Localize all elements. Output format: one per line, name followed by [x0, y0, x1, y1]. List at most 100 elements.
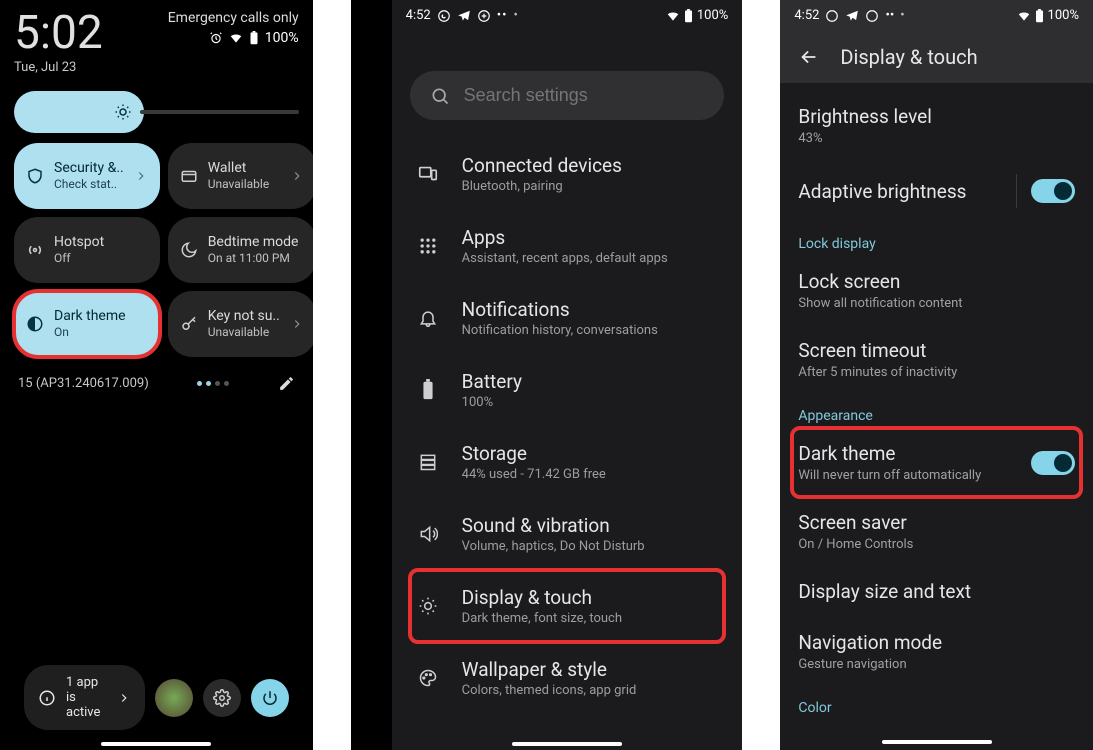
settings-row-sound[interactable]: Sound & vibration Volume, haptics, Do No…	[410, 498, 725, 570]
sync-icon	[477, 9, 491, 23]
build-number: 15 (AP31.240617.009)	[18, 376, 149, 391]
battery-icon	[249, 31, 259, 45]
settings-row-title: Wallpaper & style	[462, 658, 637, 681]
settings-row-apps[interactable]: Apps Assistant, recent apps, default app…	[410, 210, 725, 282]
settings-row-sub: Notification history, conversations	[462, 323, 658, 338]
brightness-icon	[114, 103, 132, 121]
darktheme-icon	[26, 315, 44, 333]
battery-icon	[414, 379, 442, 401]
page-indicator	[197, 381, 229, 386]
toggle-adaptive[interactable]	[1031, 179, 1075, 203]
row-dark-theme[interactable]: Dark theme Will never turn off automatic…	[792, 428, 1081, 497]
settings-row-sub: Volume, haptics, Do Not Disturb	[462, 539, 645, 554]
settings-row-battery[interactable]: Battery 100%	[410, 354, 725, 426]
clock-time: 5:02	[14, 10, 103, 56]
qs-tile-wallet[interactable]: Wallet Unavailable	[168, 143, 313, 209]
qs-tile-sub: Unavailable	[208, 325, 280, 339]
qs-tile-hotspot[interactable]: Hotspot Off	[14, 217, 160, 283]
whatsapp-icon	[437, 9, 451, 23]
row-adaptive-brightness[interactable]: Adaptive brightness	[798, 160, 1075, 222]
settings-button[interactable]	[203, 679, 241, 717]
palette-icon	[414, 668, 442, 688]
chevron-right-icon	[290, 169, 304, 183]
settings-row-wallpaper[interactable]: Wallpaper & style Colors, themed icons, …	[410, 642, 725, 714]
nav-handle[interactable]	[882, 740, 992, 744]
edit-icon[interactable]	[278, 375, 295, 392]
sound-icon	[414, 524, 442, 544]
search-bar[interactable]	[410, 71, 725, 120]
qs-tile-title: Bedtime mode	[208, 234, 304, 251]
settings-row-sub: Colors, themed icons, app grid	[462, 683, 637, 698]
toggle-dark-theme[interactable]	[1031, 451, 1075, 475]
bell-icon	[414, 308, 442, 328]
more-icon: ••	[497, 8, 508, 23]
apps-active-chip[interactable]: 1 app is active	[24, 665, 145, 730]
row-lock-screen[interactable]: Lock screen Show all notification conten…	[798, 256, 1075, 325]
row-brightness[interactable]: Brightness level 43%	[798, 91, 1075, 160]
settings-row-storage[interactable]: Storage 44% used - 71.42 GB free	[410, 426, 725, 498]
whatsapp-icon	[825, 9, 839, 23]
bedtime-icon	[180, 241, 198, 259]
qs-tile-keynot[interactable]: Key not su.. Unavailable	[168, 291, 313, 357]
settings-row-notifications[interactable]: Notifications Notification history, conv…	[410, 282, 725, 354]
qs-tile-darktheme[interactable]: Dark theme On	[14, 291, 160, 357]
qs-tile-title: Dark theme	[54, 308, 148, 325]
section-lock-display: Lock display	[798, 222, 1075, 256]
page-title: Display & touch	[840, 45, 977, 69]
qs-tile-title: Wallet	[208, 160, 280, 177]
chevron-right-icon	[290, 317, 304, 331]
nav-handle[interactable]	[101, 742, 211, 746]
qs-tile-security[interactable]: Security &.. Check stat..	[14, 143, 160, 209]
settings-row-title: Apps	[462, 226, 668, 249]
brightness-slider[interactable]	[14, 91, 299, 133]
section-color: Color	[798, 686, 1075, 720]
settings-row-connected[interactable]: Connected devices Bluetooth, pairing	[410, 138, 725, 210]
search-input[interactable]	[464, 85, 705, 106]
apps-icon	[414, 236, 442, 256]
power-button[interactable]	[251, 679, 289, 717]
qs-tile-sub: Off	[54, 251, 148, 265]
qs-tile-sub: Check stat..	[54, 177, 124, 191]
chevron-right-icon	[117, 691, 131, 705]
shield-icon	[26, 167, 44, 185]
header: Display & touch	[780, 31, 1093, 83]
screen-quick-settings: 5:02 Tue, Jul 23 Emergency calls only 10…	[0, 0, 313, 750]
settings-row-title: Display & touch	[462, 586, 622, 609]
info-icon	[38, 689, 56, 707]
apps-active-label: 1 app is active	[66, 675, 107, 720]
wifi-icon	[666, 9, 680, 23]
settings-row-title: Storage	[462, 442, 606, 465]
telegram-icon	[845, 9, 859, 23]
settings-row-sub: 100%	[462, 395, 522, 410]
devices-icon	[414, 163, 442, 185]
settings-row-display[interactable]: Display & touch Dark theme, font size, t…	[410, 570, 725, 642]
battery-percent: 100%	[697, 8, 728, 23]
row-navigation-mode[interactable]: Navigation mode Gesture navigation	[798, 617, 1075, 686]
alarm-icon	[209, 31, 223, 45]
telegram-icon	[457, 9, 471, 23]
row-display-size[interactable]: Display size and text	[798, 566, 1075, 617]
chevron-right-icon	[134, 169, 148, 183]
qs-tile-sub: On at 11:00 PM	[208, 251, 304, 265]
row-screen-saver[interactable]: Screen saver On / Home Controls	[798, 497, 1075, 566]
qs-tile-title: Key not su..	[208, 308, 280, 325]
settings-row-title: Connected devices	[462, 154, 622, 177]
screen-display-touch: 4:52 •• • 100% Display & touch Brightnes…	[780, 0, 1093, 750]
battery-icon	[684, 9, 693, 23]
row-screen-timeout[interactable]: Screen timeout After 5 minutes of inacti…	[798, 325, 1075, 394]
user-avatar[interactable]	[155, 679, 193, 717]
settings-row-title: Notifications	[462, 298, 658, 321]
settings-row-title: Battery	[462, 370, 522, 393]
display-icon	[414, 596, 442, 616]
wifi-icon	[229, 31, 243, 45]
qs-tile-bedtime[interactable]: Bedtime mode On at 11:00 PM	[168, 217, 313, 283]
settings-row-sub: Bluetooth, pairing	[462, 179, 622, 194]
nav-handle[interactable]	[512, 742, 622, 746]
qs-tile-title: Hotspot	[54, 234, 148, 251]
screen-settings-root: 4:52 •• • 100% Connected devices Bluetoo…	[392, 0, 743, 750]
back-icon[interactable]	[798, 46, 820, 68]
settings-row-sub: 44% used - 71.42 GB free	[462, 467, 606, 482]
wifi-icon	[1017, 9, 1031, 23]
settings-row-sub: Dark theme, font size, touch	[462, 611, 622, 626]
status-time: 4:52	[406, 8, 431, 23]
